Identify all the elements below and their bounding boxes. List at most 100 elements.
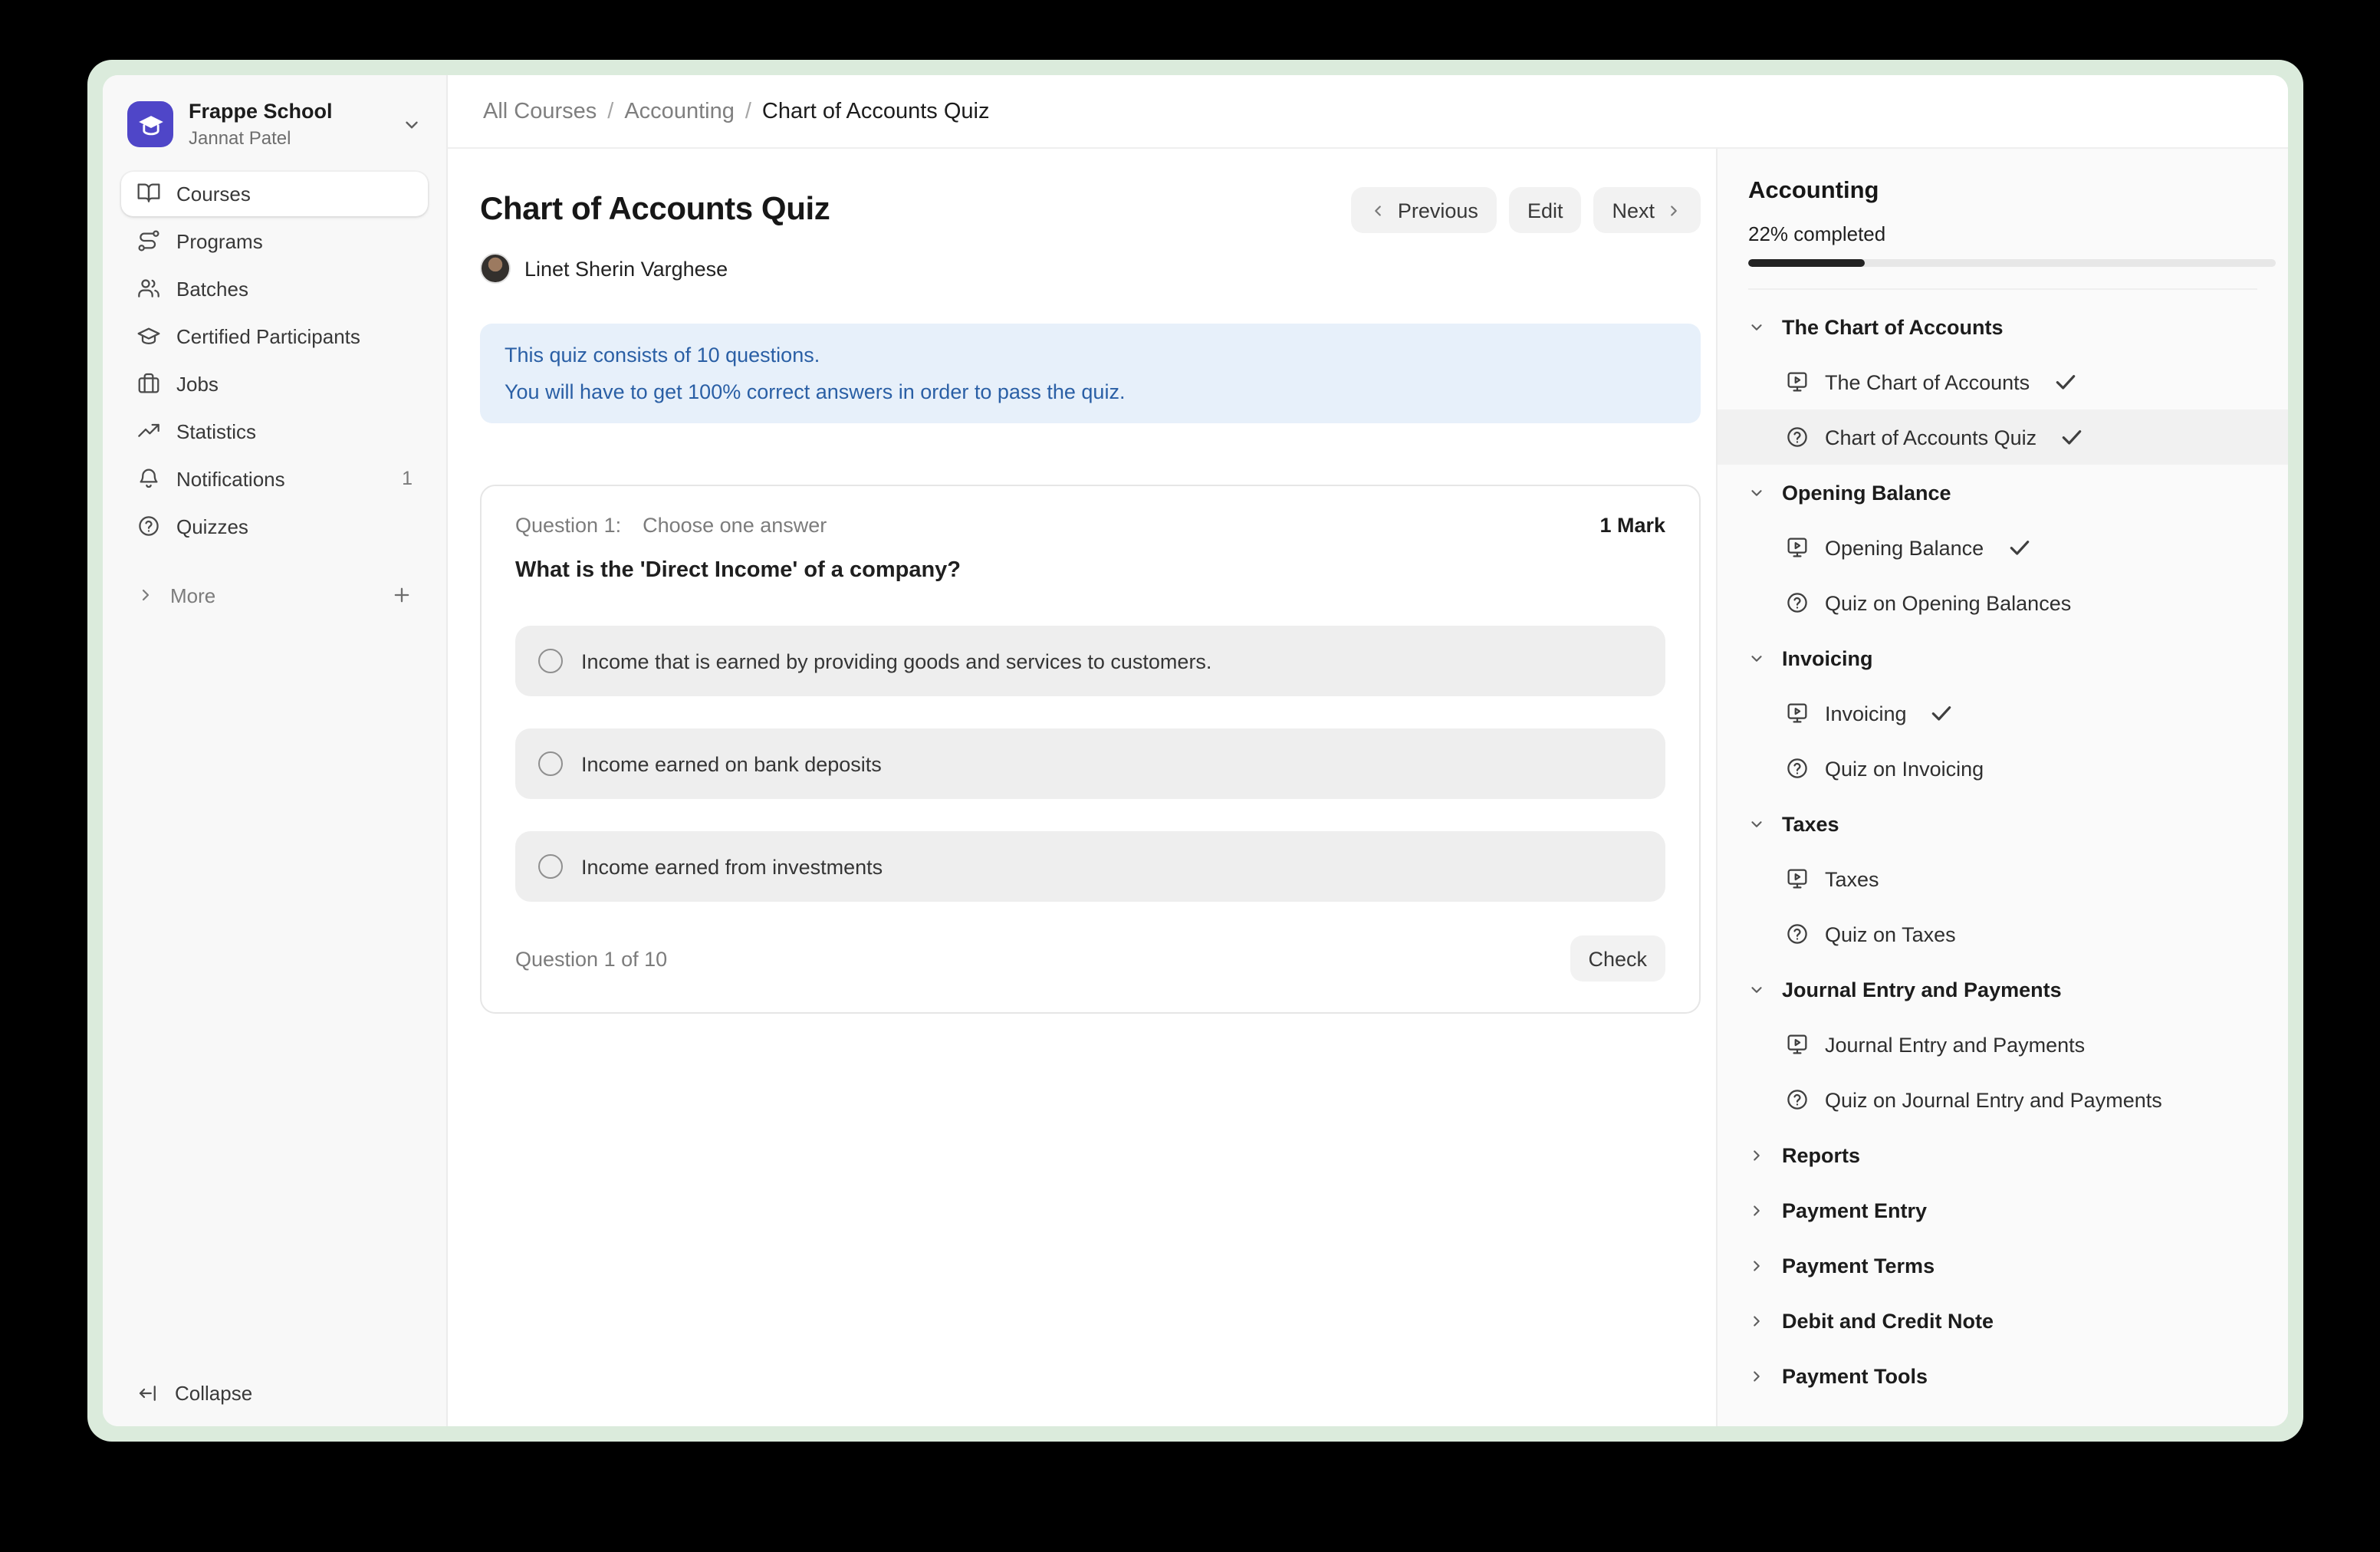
sidebar-item-statistics[interactable]: Statistics: [121, 409, 428, 454]
lesson-label: Quiz on Journal Entry and Payments: [1825, 1088, 2162, 1111]
option-label: Income earned on bank deposits: [581, 752, 882, 775]
help-circle-icon: [1785, 590, 1810, 615]
monitor-play-icon: [1785, 370, 1810, 394]
sidebar-item-label: Certified Participants: [176, 325, 413, 348]
chevron-right-icon: [1748, 1146, 1765, 1163]
sidebar-item-label: Batches: [176, 278, 413, 301]
chapter-label: Payment Tools: [1782, 1364, 1928, 1387]
check-icon: [2053, 370, 2077, 394]
sidebar-item-label: Notifications: [176, 468, 386, 491]
chapter-label: Reports: [1782, 1143, 1860, 1166]
course-title: Accounting: [1748, 178, 2257, 206]
chapter-row-payment-entry[interactable]: Payment Entry: [1718, 1182, 2288, 1238]
chapter-row-invoicing[interactable]: Invoicing: [1718, 630, 2288, 686]
content-region: All Courses / Accounting / Chart of Acco…: [448, 75, 2288, 1426]
lesson-row-taxes[interactable]: Taxes: [1718, 851, 2288, 906]
sidebar-item-notifications[interactable]: Notifications 1: [121, 457, 428, 501]
monitor-play-icon: [1785, 866, 1810, 891]
question-marks: 1 Mark: [1599, 514, 1665, 537]
lesson-row-the-chart-of-accounts[interactable]: The Chart of Accounts: [1718, 354, 2288, 409]
lesson-label: Quiz on Opening Balances: [1825, 591, 2071, 614]
radio-icon[interactable]: [538, 649, 563, 673]
lesson-row-opening-balance[interactable]: Opening Balance: [1718, 520, 2288, 575]
workspace-meta: Frappe School Jannat Patel: [189, 100, 386, 150]
edit-label: Edit: [1527, 199, 1563, 222]
course-panel-header: Accounting 22% completed: [1718, 149, 2288, 290]
more-label: More: [170, 584, 376, 607]
lesson-label: Opening Balance: [1825, 536, 1984, 559]
chapter-label: Opening Balance: [1782, 481, 1951, 504]
chevron-right-icon: [1665, 202, 1682, 219]
sidebar-item-more[interactable]: More: [121, 574, 428, 618]
sidebar-item-courses[interactable]: Courses: [121, 172, 428, 216]
lesson-row-quiz-on-opening-balances[interactable]: Quiz on Opening Balances: [1718, 575, 2288, 630]
route-icon: [136, 229, 161, 254]
author-row: Linet Sherin Varghese: [480, 253, 1701, 284]
lesson-row-journal-entry-and-payments[interactable]: Journal Entry and Payments: [1718, 1017, 2288, 1072]
question-text: What is the 'Direct Income' of a company…: [515, 558, 1665, 583]
monitor-play-icon: [1785, 1032, 1810, 1057]
course-progress-fill: [1748, 259, 1864, 267]
chapter-row-debit-and-credit-note[interactable]: Debit and Credit Note: [1718, 1293, 2288, 1348]
chevron-down-icon: [1748, 981, 1765, 998]
sidebar-item-jobs[interactable]: Jobs: [121, 362, 428, 406]
chevron-down-icon: [1748, 484, 1765, 501]
left-sidebar: Frappe School Jannat Patel Courses Progra…: [103, 75, 448, 1426]
breadcrumb-accounting[interactable]: Accounting: [624, 99, 735, 123]
answer-option-3[interactable]: Income earned from investments: [515, 831, 1665, 902]
chapter-label: Journal Entry and Payments: [1782, 978, 2062, 1001]
author-avatar: [480, 253, 511, 284]
lesson-row-chart-of-accounts-quiz[interactable]: Chart of Accounts Quiz: [1718, 409, 2288, 465]
edit-button[interactable]: Edit: [1509, 187, 1582, 233]
chapter-label: Invoicing: [1782, 646, 1873, 669]
radio-icon[interactable]: [538, 751, 563, 776]
trending-up-icon: [136, 419, 161, 444]
chevron-left-icon: [1370, 202, 1387, 219]
plus-icon[interactable]: [391, 585, 413, 607]
chapter-row-reports[interactable]: Reports: [1718, 1127, 2288, 1182]
sidebar-item-batches[interactable]: Batches: [121, 267, 428, 311]
radio-icon[interactable]: [538, 854, 563, 879]
lesson-row-quiz-on-journal-entry-and-payments[interactable]: Quiz on Journal Entry and Payments: [1718, 1072, 2288, 1127]
lesson-row-quiz-on-taxes[interactable]: Quiz on Taxes: [1718, 906, 2288, 962]
chapter-row-the-chart-of-accounts[interactable]: The Chart of Accounts: [1718, 299, 2288, 354]
sidebar-item-programs[interactable]: Programs: [121, 219, 428, 264]
lesson-row-quiz-on-invoicing[interactable]: Quiz on Invoicing: [1718, 741, 2288, 796]
chapter-row-opening-balance[interactable]: Opening Balance: [1718, 465, 2288, 520]
chapter-label: The Chart of Accounts: [1782, 315, 2004, 338]
help-circle-icon: [1785, 922, 1810, 946]
chapter-row-journal-entry-and-payments[interactable]: Journal Entry and Payments: [1718, 962, 2288, 1017]
chevron-right-icon: [1748, 1367, 1765, 1384]
answer-option-2[interactable]: Income earned on bank deposits: [515, 728, 1665, 799]
sidebar-nav: Courses Programs Batches Certified Particip…: [121, 172, 428, 549]
collapse-button[interactable]: Collapse: [121, 1382, 428, 1405]
users-icon: [136, 277, 161, 301]
help-circle-icon: [136, 515, 161, 539]
chapter-label: Payment Entry: [1782, 1199, 1927, 1222]
lesson-row-invoicing[interactable]: Invoicing: [1718, 686, 2288, 741]
check-button[interactable]: Check: [1570, 935, 1665, 982]
chapter-row-payment-terms[interactable]: Payment Terms: [1718, 1238, 2288, 1293]
chapter-label: Taxes: [1782, 812, 1839, 835]
breadcrumb-all-courses[interactable]: All Courses: [483, 99, 597, 123]
sidebar-item-certified-participants[interactable]: Certified Participants: [121, 314, 428, 359]
sidebar-item-label: Programs: [176, 230, 413, 253]
course-progress-text: 22% completed: [1748, 222, 2257, 245]
frappe-school-logo: [127, 102, 173, 148]
body-row: Chart of Accounts Quiz Previous Edit: [448, 149, 2288, 1426]
previous-label: Previous: [1398, 199, 1478, 222]
book-open-icon: [136, 182, 161, 206]
check-label: Check: [1588, 947, 1647, 970]
notification-count-badge: 1: [402, 469, 413, 490]
next-button[interactable]: Next: [1593, 187, 1701, 233]
chapter-row-taxes[interactable]: Taxes: [1718, 796, 2288, 851]
sidebar-item-label: Jobs: [176, 373, 413, 396]
previous-button[interactable]: Previous: [1352, 187, 1497, 233]
workspace-title: Frappe School: [189, 100, 386, 126]
answer-option-1[interactable]: Income that is earned by providing goods…: [515, 626, 1665, 696]
sidebar-item-quizzes[interactable]: Quizzes: [121, 505, 428, 549]
chapter-row-payment-tools[interactable]: Payment Tools: [1718, 1348, 2288, 1403]
workspace-switcher[interactable]: Frappe School Jannat Patel: [121, 90, 428, 172]
chevron-down-icon: [1748, 815, 1765, 832]
breadcrumb-separator: /: [745, 99, 751, 123]
